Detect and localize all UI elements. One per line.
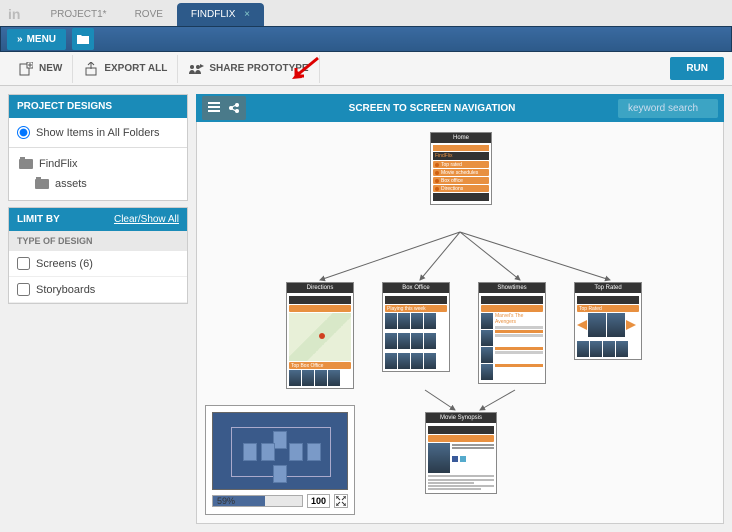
toolbar: NEW EXPORT ALL SHARE PROTOTYPE RUN — [0, 52, 732, 86]
show-all-folders-radio[interactable]: Show Items in All Folders — [9, 118, 187, 148]
node-title: Showtimes — [479, 283, 545, 293]
screen-node-box-office[interactable]: Box Office Playing this week — [382, 282, 450, 372]
menu-item: Box office — [441, 178, 463, 184]
annotation-arrow-icon — [290, 56, 320, 82]
section-label: Top Rated — [579, 306, 602, 312]
minimap: 59% 100 — [205, 405, 355, 515]
export-all-button[interactable]: EXPORT ALL — [73, 55, 178, 83]
run-button[interactable]: RUN — [670, 57, 724, 80]
filter-storyboards[interactable]: Storyboards — [9, 277, 187, 303]
main-header: SCREEN TO SCREEN NAVIGATION — [196, 94, 724, 122]
type-of-design-header: TYPE OF DESIGN — [9, 231, 187, 251]
main-panel: SCREEN TO SCREEN NAVIGATION — [196, 94, 724, 524]
node-title: Directions — [287, 283, 353, 293]
folder-icon — [77, 34, 89, 44]
checkbox-input[interactable] — [17, 283, 30, 296]
radio-input[interactable] — [17, 126, 30, 139]
node-title: Movie Synopsis — [426, 413, 496, 423]
folder-icon — [35, 179, 49, 189]
tree-item-assets[interactable]: assets — [13, 174, 183, 194]
menu-button[interactable]: » MENU — [7, 29, 66, 50]
export-label: EXPORT ALL — [104, 63, 167, 74]
tree-label: assets — [55, 178, 87, 190]
chevron-right-icon: » — [17, 34, 23, 45]
search-input[interactable] — [618, 99, 718, 118]
zoom-100-button[interactable]: 100 — [307, 494, 330, 508]
section-label: Playing this week — [387, 306, 426, 312]
fullscreen-icon — [336, 496, 346, 506]
limit-by-header: LIMIT BY Clear/Show All — [9, 208, 187, 231]
filter-screens[interactable]: Screens (6) — [9, 251, 187, 277]
fullscreen-button[interactable] — [334, 494, 348, 508]
node-title: Box Office — [383, 283, 449, 293]
checkbox-input[interactable] — [17, 257, 30, 270]
new-button[interactable]: NEW — [8, 55, 73, 83]
folder-button[interactable] — [72, 28, 94, 50]
sidebar: PROJECT DESIGNS Show Items in All Folder… — [8, 94, 188, 524]
node-title: Home — [431, 133, 491, 143]
menu-bar: » MENU — [0, 26, 732, 52]
list-icon — [208, 102, 220, 114]
screen-node-showtimes[interactable]: Showtimes Marvel's The Avengers — [478, 282, 546, 384]
project-designs-header: PROJECT DESIGNS — [9, 95, 187, 118]
share-view-button[interactable] — [225, 99, 243, 117]
limit-label: LIMIT BY — [17, 214, 60, 225]
folder-icon — [19, 159, 33, 169]
share-nodes-icon — [228, 102, 240, 114]
radio-label: Show Items in All Folders — [36, 127, 160, 139]
section-label: Top Box Office — [291, 363, 323, 369]
node-title: Top Rated — [575, 283, 641, 293]
menu-item: Top rated — [441, 162, 462, 168]
tab-project1[interactable]: PROJECT1* — [36, 3, 120, 26]
tab-findflix[interactable]: FINDFLIX × — [177, 3, 264, 26]
zoom-slider[interactable]: 59% — [212, 495, 303, 507]
share-icon — [188, 61, 204, 77]
page-title: SCREEN TO SCREEN NAVIGATION — [246, 103, 618, 114]
map-thumbnail — [289, 313, 351, 361]
tree-label: FindFlix — [39, 158, 78, 170]
menu-label: MENU — [27, 34, 56, 45]
close-icon[interactable]: × — [244, 9, 250, 20]
filter-label: Storyboards — [36, 284, 95, 296]
screen-node-top-rated[interactable]: Top Rated Top Rated — [574, 282, 642, 360]
new-icon — [18, 61, 34, 77]
node-app-label: FindFlix — [433, 152, 489, 160]
export-icon — [83, 61, 99, 77]
zoom-percent: 59% — [217, 496, 235, 506]
menu-item: Directions — [441, 186, 463, 192]
tabs-bar: in PROJECT1* ROVE FINDFLIX × — [0, 0, 732, 26]
menu-item: Movie schedules — [441, 170, 478, 176]
screen-node-directions[interactable]: Directions Top Box Office — [286, 282, 354, 389]
screen-node-synopsis[interactable]: Movie Synopsis — [425, 412, 497, 494]
app-logo: in — [8, 6, 20, 26]
tab-label: FINDFLIX — [191, 9, 235, 20]
navigation-canvas[interactable]: Home FindFlix Top rated Movie schedules … — [196, 122, 724, 524]
tree-item-findflix[interactable]: FindFlix — [13, 154, 183, 174]
filter-label: Screens (6) — [36, 258, 93, 270]
new-label: NEW — [39, 63, 62, 74]
movie-title: Marvel's The Avengers — [495, 313, 543, 325]
minimap-viewport[interactable] — [212, 412, 348, 490]
clear-show-all-link[interactable]: Clear/Show All — [114, 214, 179, 225]
list-view-button[interactable] — [205, 99, 223, 117]
screen-node-home[interactable]: Home FindFlix Top rated Movie schedules … — [430, 132, 492, 205]
tab-rove[interactable]: ROVE — [121, 3, 177, 26]
